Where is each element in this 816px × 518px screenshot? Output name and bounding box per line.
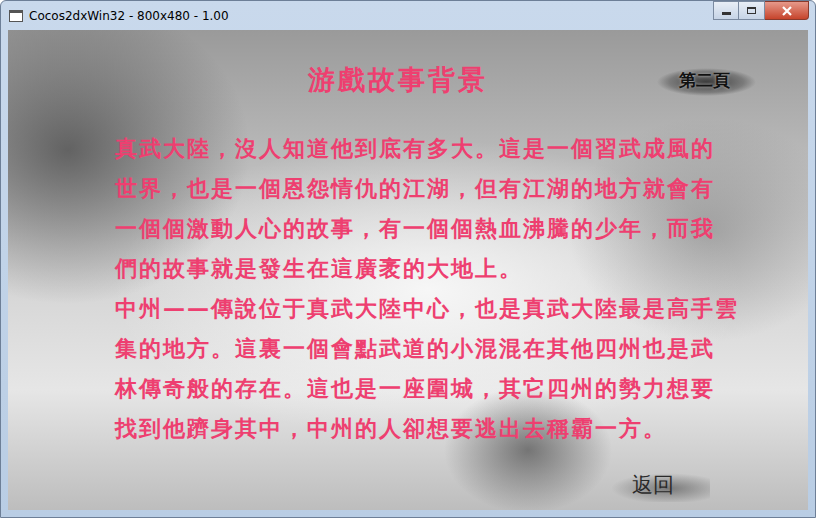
story-line: 集的地方。這裏一個會點武道的小混混在其他四州也是武 [115,328,808,368]
window-frame: 游戲故事背景 第二頁 真武大陸，沒人知道他到底有多大。這是一個習武成風的世界，也… [1,30,815,517]
title-bar: Cocos2dxWin32 - 800x480 - 1.00 [1,1,815,30]
story-line: 找到他躋身其中，中州的人卻想要逃出去稱霸一方。 [115,408,808,448]
maximize-icon [747,7,756,14]
scene-header: 游戲故事背景 第二頁 [8,58,808,102]
close-button[interactable] [765,1,809,20]
window-controls [713,1,809,20]
story-text: 真武大陸，沒人知道他到底有多大。這是一個習武成風的世界，也是一個恩怨情仇的江湖，… [8,102,808,448]
scene-footer: 返回 [8,448,808,502]
minimize-button[interactable] [713,1,739,20]
app-icon [9,10,23,22]
close-icon [781,6,793,16]
back-button[interactable]: 返回 [606,468,710,502]
story-line: 中州——傳說位于真武大陸中心，也是真武大陸最是高手雲 [115,288,808,328]
maximize-button[interactable] [739,1,765,20]
minimize-icon [722,12,731,15]
story-line: 們的故事就是發生在這廣袤的大地上。 [115,248,808,288]
app-window: Cocos2dxWin32 - 800x480 - 1.00 游戲故事背景 第二… [0,0,816,518]
page-badge: 第二頁 [657,65,756,96]
window-title: Cocos2dxWin32 - 800x480 - 1.00 [29,9,707,23]
story-heading: 游戲故事背景 [308,62,508,98]
story-line: 真武大陸，沒人知道他到底有多大。這是一個習武成風的 [115,128,808,168]
story-line: 一個個激動人心的故事，有一個個熱血沸騰的少年，而我 [115,208,808,248]
game-scene: 游戲故事背景 第二頁 真武大陸，沒人知道他到底有多大。這是一個習武成風的世界，也… [8,30,808,510]
story-line: 林傳奇般的存在。這也是一座圍城，其它四州的勢力想要 [115,368,808,408]
story-line: 世界，也是一個恩怨情仇的江湖，但有江湖的地方就會有 [115,168,808,208]
